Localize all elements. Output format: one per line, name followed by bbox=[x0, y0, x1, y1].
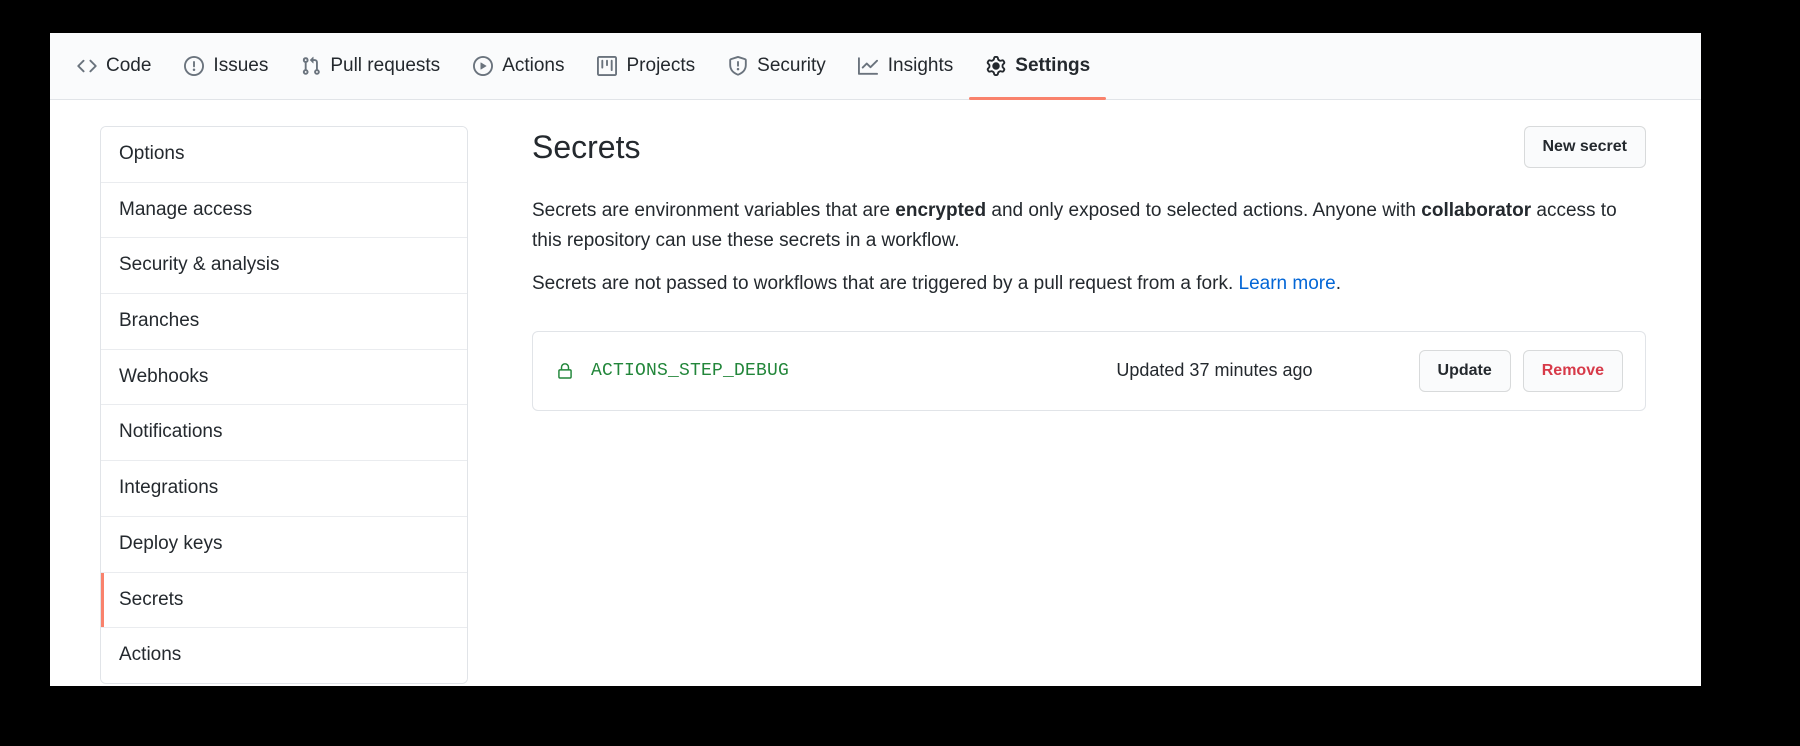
sidebar-item-options[interactable]: Options bbox=[101, 127, 467, 183]
secret-row: ACTIONS_STEP_DEBUG Updated 37 minutes ag… bbox=[533, 332, 1645, 410]
secret-name: ACTIONS_STEP_DEBUG bbox=[591, 360, 790, 381]
learn-more-link[interactable]: Learn more bbox=[1239, 273, 1336, 294]
remove-secret-button[interactable]: Remove bbox=[1522, 349, 1623, 393]
nav-item-code[interactable]: Code bbox=[60, 33, 167, 99]
nav-item-label: Pull requests bbox=[330, 55, 441, 76]
secret-updated-time: Updated 37 minutes ago bbox=[1116, 360, 1313, 381]
secrets-description-2: Secrets are not passed to workflows that… bbox=[532, 269, 1646, 298]
sidebar-item-label: Security & analysis bbox=[119, 254, 280, 276]
sidebar-item-branches[interactable]: Branches bbox=[101, 294, 467, 350]
project-icon bbox=[597, 56, 618, 77]
code-icon bbox=[76, 56, 97, 77]
nav-item-label: Insights bbox=[887, 55, 954, 76]
lock-icon bbox=[555, 360, 575, 382]
sidebar-item-label: Options bbox=[119, 143, 185, 164]
sidebar-item-notifications[interactable]: Notifications bbox=[101, 405, 467, 462]
nav-item-label: Issues bbox=[213, 55, 269, 76]
sidebar-item-deploy-keys[interactable]: Deploy keys bbox=[101, 516, 467, 573]
description-period: . bbox=[1335, 273, 1341, 295]
sidebar-item-label: Notifications bbox=[119, 421, 223, 443]
git-pull-request-icon bbox=[300, 56, 321, 77]
github-page: Code Issues Pull requests Actions Projec… bbox=[50, 33, 1701, 686]
nav-item-label: Settings bbox=[1015, 55, 1091, 76]
nav-item-issues[interactable]: Issues bbox=[167, 33, 284, 99]
nav-item-label: Code bbox=[106, 55, 152, 76]
secrets-panel: Secrets New secret Secrets are environme… bbox=[532, 126, 1646, 412]
sidebar-item-integrations[interactable]: Integrations bbox=[101, 461, 467, 517]
secrets-description-1: Secrets are environment variables that a… bbox=[532, 196, 1646, 255]
nav-item-projects[interactable]: Projects bbox=[581, 33, 712, 99]
nav-item-label: Security bbox=[757, 55, 826, 76]
issue-opened-icon bbox=[183, 56, 204, 77]
page-title: Secrets bbox=[532, 129, 641, 166]
nav-item-insights[interactable]: Insights bbox=[842, 33, 969, 99]
sidebar-item-label: Deploy keys bbox=[119, 532, 223, 554]
screen-frame: Code Issues Pull requests Actions Projec… bbox=[0, 0, 1800, 746]
sidebar-item-secrets[interactable]: Secrets bbox=[101, 572, 467, 629]
nav-item-pull-requests[interactable]: Pull requests bbox=[284, 33, 456, 99]
sidebar-item-label: Secrets bbox=[119, 588, 184, 610]
secret-actions: Update Remove bbox=[1418, 349, 1623, 393]
shield-icon bbox=[727, 56, 748, 77]
repo-nav: Code Issues Pull requests Actions Projec… bbox=[50, 33, 1701, 100]
sidebar-item-manage-access[interactable]: Manage access bbox=[101, 182, 467, 239]
sidebar-item-label: Branches bbox=[119, 310, 200, 332]
play-icon bbox=[472, 56, 493, 77]
nav-item-security[interactable]: Security bbox=[711, 33, 842, 99]
settings-sidebar: Options Manage access Security & analysi… bbox=[100, 126, 468, 684]
graph-icon bbox=[858, 56, 879, 77]
nav-item-label: Actions bbox=[502, 55, 565, 76]
nav-item-label: Projects bbox=[626, 55, 696, 76]
gear-icon bbox=[985, 56, 1006, 77]
sidebar-item-label: Webhooks bbox=[119, 365, 209, 387]
description-text: Secrets are environment variables that a… bbox=[532, 200, 896, 222]
nav-item-settings[interactable]: Settings bbox=[969, 33, 1107, 100]
sidebar-item-security-analysis[interactable]: Security & analysis bbox=[101, 238, 467, 295]
update-secret-button[interactable]: Update bbox=[1418, 349, 1511, 393]
sidebar-item-label: Actions bbox=[119, 644, 182, 666]
nav-item-actions[interactable]: Actions bbox=[456, 33, 580, 99]
sidebar-item-actions[interactable]: Actions bbox=[101, 628, 467, 683]
description-bold-collaborator: collaborator bbox=[1421, 200, 1532, 222]
new-secret-button[interactable]: New secret bbox=[1523, 126, 1646, 169]
description-text: and only exposed to selected actions. An… bbox=[986, 200, 1422, 222]
sidebar-item-webhooks[interactable]: Webhooks bbox=[101, 349, 467, 406]
secrets-header: Secrets New secret bbox=[532, 126, 1646, 186]
secrets-list: ACTIONS_STEP_DEBUG Updated 37 minutes ag… bbox=[532, 330, 1646, 412]
settings-content: Options Manage access Security & analysi… bbox=[50, 100, 1701, 684]
description-bold-encrypted: encrypted bbox=[895, 200, 987, 222]
description-text: Secrets are not passed to workflows that… bbox=[532, 273, 1239, 295]
sidebar-item-label: Manage access bbox=[119, 198, 253, 220]
sidebar-item-label: Integrations bbox=[119, 477, 219, 499]
